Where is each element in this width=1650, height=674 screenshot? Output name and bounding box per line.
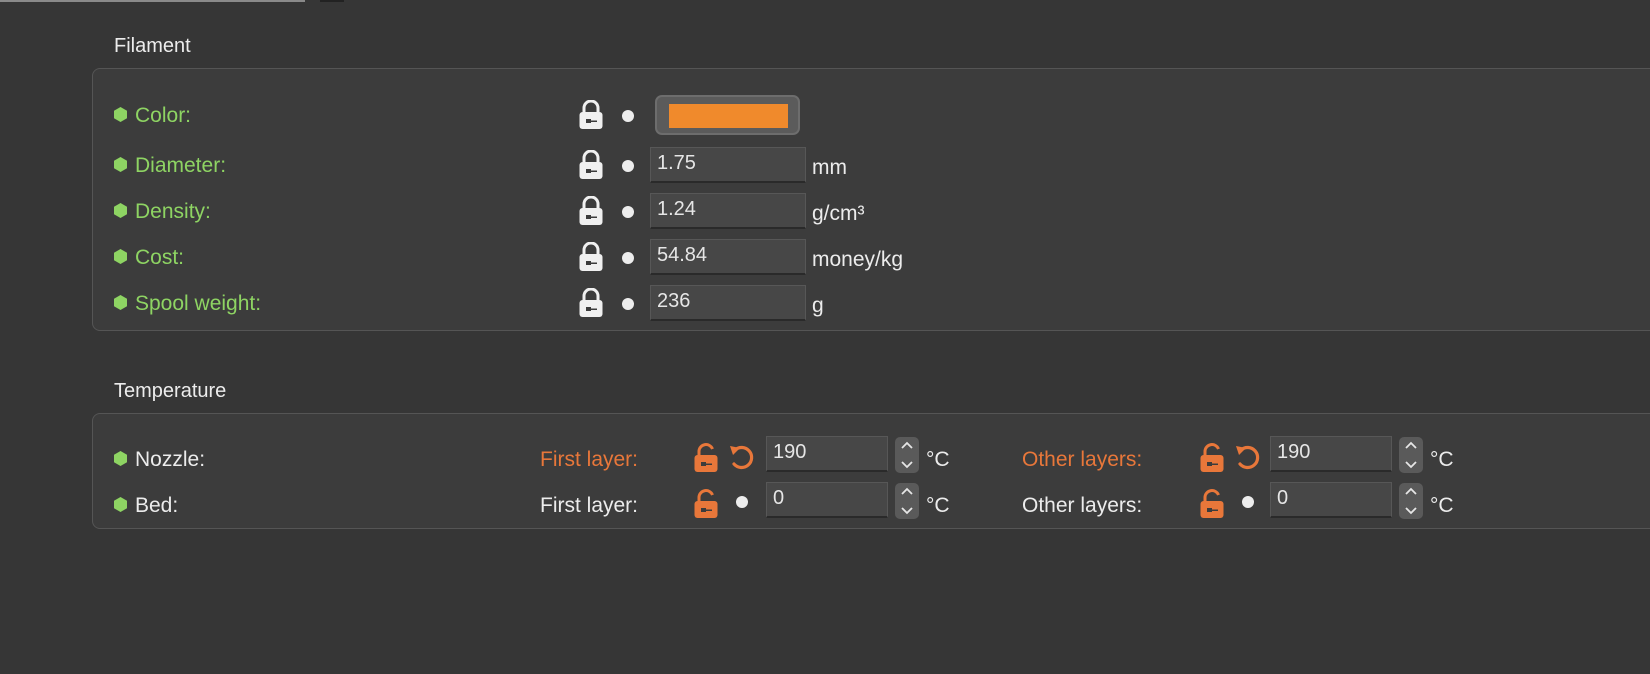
cost-unit: money/kg bbox=[812, 248, 904, 271]
chevron-down-icon[interactable] bbox=[1404, 461, 1418, 469]
nozzle-first-layer-stepper[interactable] bbox=[895, 437, 919, 473]
color-label-row: Color: bbox=[114, 104, 191, 128]
filament-panel bbox=[92, 68, 1650, 331]
lock-icon[interactable] bbox=[578, 196, 604, 226]
lock-icon[interactable] bbox=[578, 288, 604, 318]
hexagon-icon bbox=[114, 156, 127, 172]
unlocked-lock-icon[interactable] bbox=[693, 489, 719, 519]
color-swatch bbox=[669, 104, 788, 128]
diameter-label-row: Diameter: bbox=[114, 154, 226, 178]
bed-first-layer-unit: °C bbox=[926, 494, 950, 517]
unlocked-lock-icon[interactable] bbox=[1199, 489, 1225, 519]
density-input[interactable]: 1.24 bbox=[650, 193, 806, 229]
nozzle-other-layers-stepper[interactable] bbox=[1399, 437, 1423, 473]
cost-label-row: Cost: bbox=[114, 246, 184, 270]
bed-first-layer-label: First layer: bbox=[540, 494, 639, 517]
chevron-up-icon[interactable] bbox=[1404, 441, 1418, 449]
spool-weight-unit: g bbox=[812, 294, 824, 317]
nozzle-first-layer-label: First layer: bbox=[540, 448, 639, 471]
spool-weight-label: Spool weight: bbox=[135, 292, 262, 315]
nozzle-other-layers-input[interactable]: 190 bbox=[1270, 436, 1392, 472]
nozzle-label-row: Nozzle: bbox=[114, 448, 205, 472]
bed-label-row: Bed: bbox=[114, 494, 178, 518]
unlocked-lock-icon[interactable] bbox=[1199, 443, 1225, 473]
hexagon-icon bbox=[114, 106, 127, 122]
system-value-dot[interactable] bbox=[622, 252, 634, 264]
chevron-down-icon[interactable] bbox=[900, 461, 914, 469]
system-value-dot[interactable] bbox=[622, 206, 634, 218]
chevron-up-icon[interactable] bbox=[900, 441, 914, 449]
lock-icon[interactable] bbox=[578, 100, 604, 130]
system-value-dot[interactable] bbox=[622, 160, 634, 172]
system-value-dot[interactable] bbox=[622, 110, 634, 122]
cost-input[interactable]: 54.84 bbox=[650, 239, 806, 275]
hexagon-icon bbox=[114, 248, 127, 264]
unlocked-lock-icon[interactable] bbox=[693, 443, 719, 473]
spool-weight-label-row: Spool weight: bbox=[114, 292, 261, 316]
hexagon-icon bbox=[114, 450, 127, 466]
bed-other-layers-input[interactable]: 0 bbox=[1270, 482, 1392, 518]
bed-other-layers-unit: °C bbox=[1430, 494, 1454, 517]
hexagon-icon bbox=[114, 202, 127, 218]
diameter-input[interactable]: 1.75 bbox=[650, 147, 806, 183]
system-value-dot[interactable] bbox=[622, 298, 634, 310]
nozzle-first-layer-input[interactable]: 190 bbox=[766, 436, 888, 472]
density-unit: g/cm³ bbox=[812, 202, 865, 225]
hexagon-icon bbox=[114, 496, 127, 512]
nozzle-label: Nozzle: bbox=[135, 448, 206, 471]
undo-arrow-icon[interactable] bbox=[1233, 442, 1263, 472]
chevron-down-icon[interactable] bbox=[900, 507, 914, 515]
tab-indicator bbox=[0, 0, 305, 2]
nozzle-first-layer-unit: °C bbox=[926, 448, 950, 471]
bed-label: Bed: bbox=[135, 494, 179, 517]
chevron-down-icon[interactable] bbox=[1404, 507, 1418, 515]
diameter-unit: mm bbox=[812, 156, 847, 179]
bed-other-layers-stepper[interactable] bbox=[1399, 483, 1423, 519]
lock-icon[interactable] bbox=[578, 242, 604, 272]
lock-icon[interactable] bbox=[578, 150, 604, 180]
bed-first-layer-input[interactable]: 0 bbox=[766, 482, 888, 518]
chevron-up-icon[interactable] bbox=[1404, 487, 1418, 495]
color-label: Color: bbox=[135, 104, 192, 127]
bed-other-layers-label: Other layers: bbox=[1022, 494, 1143, 517]
system-value-dot[interactable] bbox=[1242, 496, 1254, 508]
system-value-dot[interactable] bbox=[736, 496, 748, 508]
diameter-label: Diameter: bbox=[135, 154, 227, 177]
chevron-up-icon[interactable] bbox=[900, 487, 914, 495]
filament-section-title: Filament bbox=[114, 35, 191, 57]
bed-first-layer-stepper[interactable] bbox=[895, 483, 919, 519]
hexagon-icon bbox=[114, 294, 127, 310]
density-label-row: Density: bbox=[114, 200, 211, 224]
spool-weight-input[interactable]: 236 bbox=[650, 285, 806, 321]
temperature-section-title: Temperature bbox=[114, 380, 227, 402]
tab-indicator-secondary bbox=[320, 0, 344, 2]
nozzle-other-layers-unit: °C bbox=[1430, 448, 1454, 471]
undo-arrow-icon[interactable] bbox=[727, 442, 757, 472]
nozzle-other-layers-label: Other layers: bbox=[1022, 448, 1143, 471]
cost-label: Cost: bbox=[135, 246, 185, 269]
color-picker-button[interactable] bbox=[655, 95, 800, 135]
density-label: Density: bbox=[135, 200, 211, 223]
